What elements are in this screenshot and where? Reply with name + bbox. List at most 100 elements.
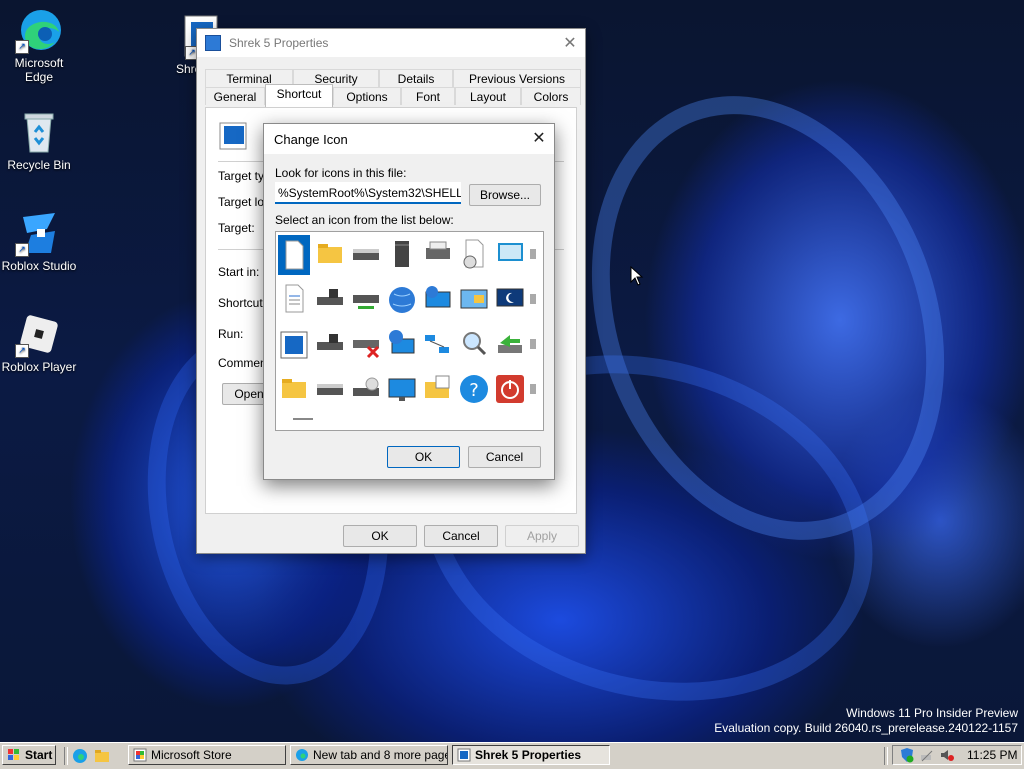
properties-ok-button[interactable]: OK	[343, 525, 417, 547]
globe-icon[interactable]	[386, 280, 418, 320]
run-label: Run:	[218, 327, 244, 341]
taskbar-shrek-properties[interactable]: Shrek 5 Properties	[452, 745, 610, 765]
partial-icon[interactable]	[530, 325, 543, 365]
icon-list[interactable]: ?	[275, 231, 544, 431]
volume-muted-icon[interactable]	[939, 747, 955, 763]
clock-document-icon[interactable]	[458, 235, 490, 275]
tab-colors[interactable]: Colors	[521, 87, 581, 105]
select-icon-label: Select an icon from the list below:	[275, 213, 454, 227]
sleep-monitor-icon[interactable]	[494, 280, 526, 320]
change-icon-titlebar[interactable]: Change Icon ✕	[264, 124, 554, 154]
browse-button[interactable]: Browse...	[469, 184, 541, 206]
tab-details[interactable]: Details	[379, 69, 453, 87]
icon-file-path-input[interactable]: %SystemRoot%\System32\SHELL32	[275, 182, 461, 204]
application-window-icon[interactable]	[278, 325, 310, 365]
close-icon[interactable]: ✕	[555, 29, 585, 57]
control-panel-icon[interactable]	[458, 280, 490, 320]
taskbar-microsoft-store[interactable]: Microsoft Store	[128, 745, 286, 765]
properties-cancel-button[interactable]: Cancel	[424, 525, 498, 547]
search-icon[interactable]	[458, 325, 490, 365]
properties-title: Shrek 5 Properties	[229, 36, 329, 50]
usb-icon[interactable]	[494, 325, 526, 365]
taskbar-item-label: Shrek 5 Properties	[475, 748, 582, 762]
cd-drive-icon[interactable]	[350, 370, 382, 410]
start-button[interactable]: Start	[2, 745, 56, 765]
disconnected-drive-icon[interactable]	[350, 325, 382, 365]
start-in-label: Start in:	[218, 265, 260, 279]
roblox-studio-icon: ↗	[15, 209, 63, 257]
desktop-icon-recycle-bin[interactable]: Recycle Bin	[0, 108, 78, 172]
watermark-line2: Evaluation copy. Build 26040.rs_prerelea…	[714, 721, 1018, 735]
target-label: Target:	[218, 221, 255, 235]
desktop-icon-label: Roblox Player	[1, 360, 77, 374]
edge-icon: ↗	[15, 6, 63, 54]
change-icon-dialog: Change Icon ✕ Look for icons in this fil…	[263, 123, 555, 480]
edge-icon[interactable]	[72, 748, 88, 764]
windows-logo-icon	[8, 749, 19, 760]
network-icon[interactable]	[422, 325, 454, 365]
change-icon-cancel-button[interactable]: Cancel	[468, 446, 541, 468]
folder-grid-icon[interactable]	[422, 370, 454, 410]
security-shield-icon[interactable]	[899, 747, 915, 763]
taskbar-edge-tabs[interactable]: New tab and 8 more page...	[290, 745, 448, 765]
floppy-drive-icon[interactable]	[314, 280, 346, 320]
file-explorer-icon[interactable]	[94, 748, 110, 764]
folder-icon[interactable]	[314, 235, 346, 275]
divider	[884, 747, 888, 765]
change-icon-title: Change Icon	[274, 131, 348, 147]
shortcut-arrow-icon: ↗	[15, 40, 29, 54]
floppy-drive-icon[interactable]	[314, 325, 346, 365]
network-globe-icon[interactable]	[386, 325, 418, 365]
desktop-icon-label: Roblox Studio	[1, 259, 77, 273]
taskbar-item-label: New tab and 8 more page...	[313, 748, 448, 762]
text-document-icon[interactable]	[278, 280, 310, 320]
start-label: Start	[25, 748, 53, 762]
network-monitor-icon[interactable]	[422, 280, 454, 320]
divider	[64, 747, 68, 765]
shortcut-arrow-icon: ↗	[15, 344, 29, 358]
memory-chip-icon[interactable]	[386, 235, 418, 275]
drive-icon[interactable]	[314, 370, 346, 410]
mouse-cursor-icon	[630, 265, 644, 286]
system-tray: 11:25 PM	[892, 745, 1022, 765]
shortcut-arrow-icon: ↗	[15, 243, 29, 257]
change-icon-ok-button[interactable]: OK	[387, 446, 460, 468]
printer-icon[interactable]	[422, 235, 454, 275]
window-icon[interactable]	[494, 235, 526, 275]
svg-text:?: ?	[469, 380, 479, 401]
roblox-player-icon: ↗	[15, 310, 63, 358]
help-icon[interactable]: ?	[458, 370, 490, 410]
application-window-icon	[457, 748, 471, 762]
close-icon[interactable]: ✕	[524, 125, 554, 153]
tab-layout[interactable]: Layout	[455, 87, 521, 105]
monitor-icon[interactable]	[386, 370, 418, 410]
network-drive-icon[interactable]	[350, 280, 382, 320]
application-window-icon	[205, 35, 221, 51]
tab-previous-versions[interactable]: Previous Versions	[453, 69, 581, 87]
taskbar-item-label: Microsoft Store	[151, 748, 232, 762]
desktop-icon-label: Recycle Bin	[7, 158, 71, 172]
properties-titlebar[interactable]: Shrek 5 Properties ✕	[197, 29, 585, 57]
edge-icon	[296, 749, 308, 761]
desktop-icon-edge[interactable]: ↗ Microsoft Edge	[0, 6, 78, 84]
desktop-icon-roblox-studio[interactable]: ↗ Roblox Studio	[0, 209, 78, 273]
tab-row-bottom: General Shortcut Options Font Layout Col…	[205, 84, 581, 110]
scrollbar-thumb[interactable]	[293, 418, 313, 420]
partial-icon[interactable]	[530, 235, 543, 275]
power-icon[interactable]	[494, 370, 526, 410]
desktop-icon-roblox-player[interactable]: ↗ Roblox Player	[0, 310, 78, 374]
look-for-icons-label: Look for icons in this file:	[275, 166, 407, 180]
tab-font[interactable]: Font	[401, 87, 455, 105]
taskbar: Start Microsoft Store New tab and 8 more…	[0, 742, 1024, 769]
folder-icon[interactable]	[278, 370, 310, 410]
clock[interactable]: 11:25 PM	[967, 748, 1017, 762]
tab-general[interactable]: General	[205, 87, 265, 105]
blank-document-icon[interactable]	[277, 234, 311, 276]
tab-row-top: Terminal Security Details Previous Versi…	[205, 69, 581, 87]
properties-apply-button[interactable]: Apply	[505, 525, 579, 547]
partial-icon[interactable]	[530, 280, 543, 320]
network-icon[interactable]	[919, 747, 935, 763]
partial-icon[interactable]	[530, 370, 543, 410]
drive-icon[interactable]	[350, 235, 382, 275]
tab-options[interactable]: Options	[333, 87, 401, 105]
